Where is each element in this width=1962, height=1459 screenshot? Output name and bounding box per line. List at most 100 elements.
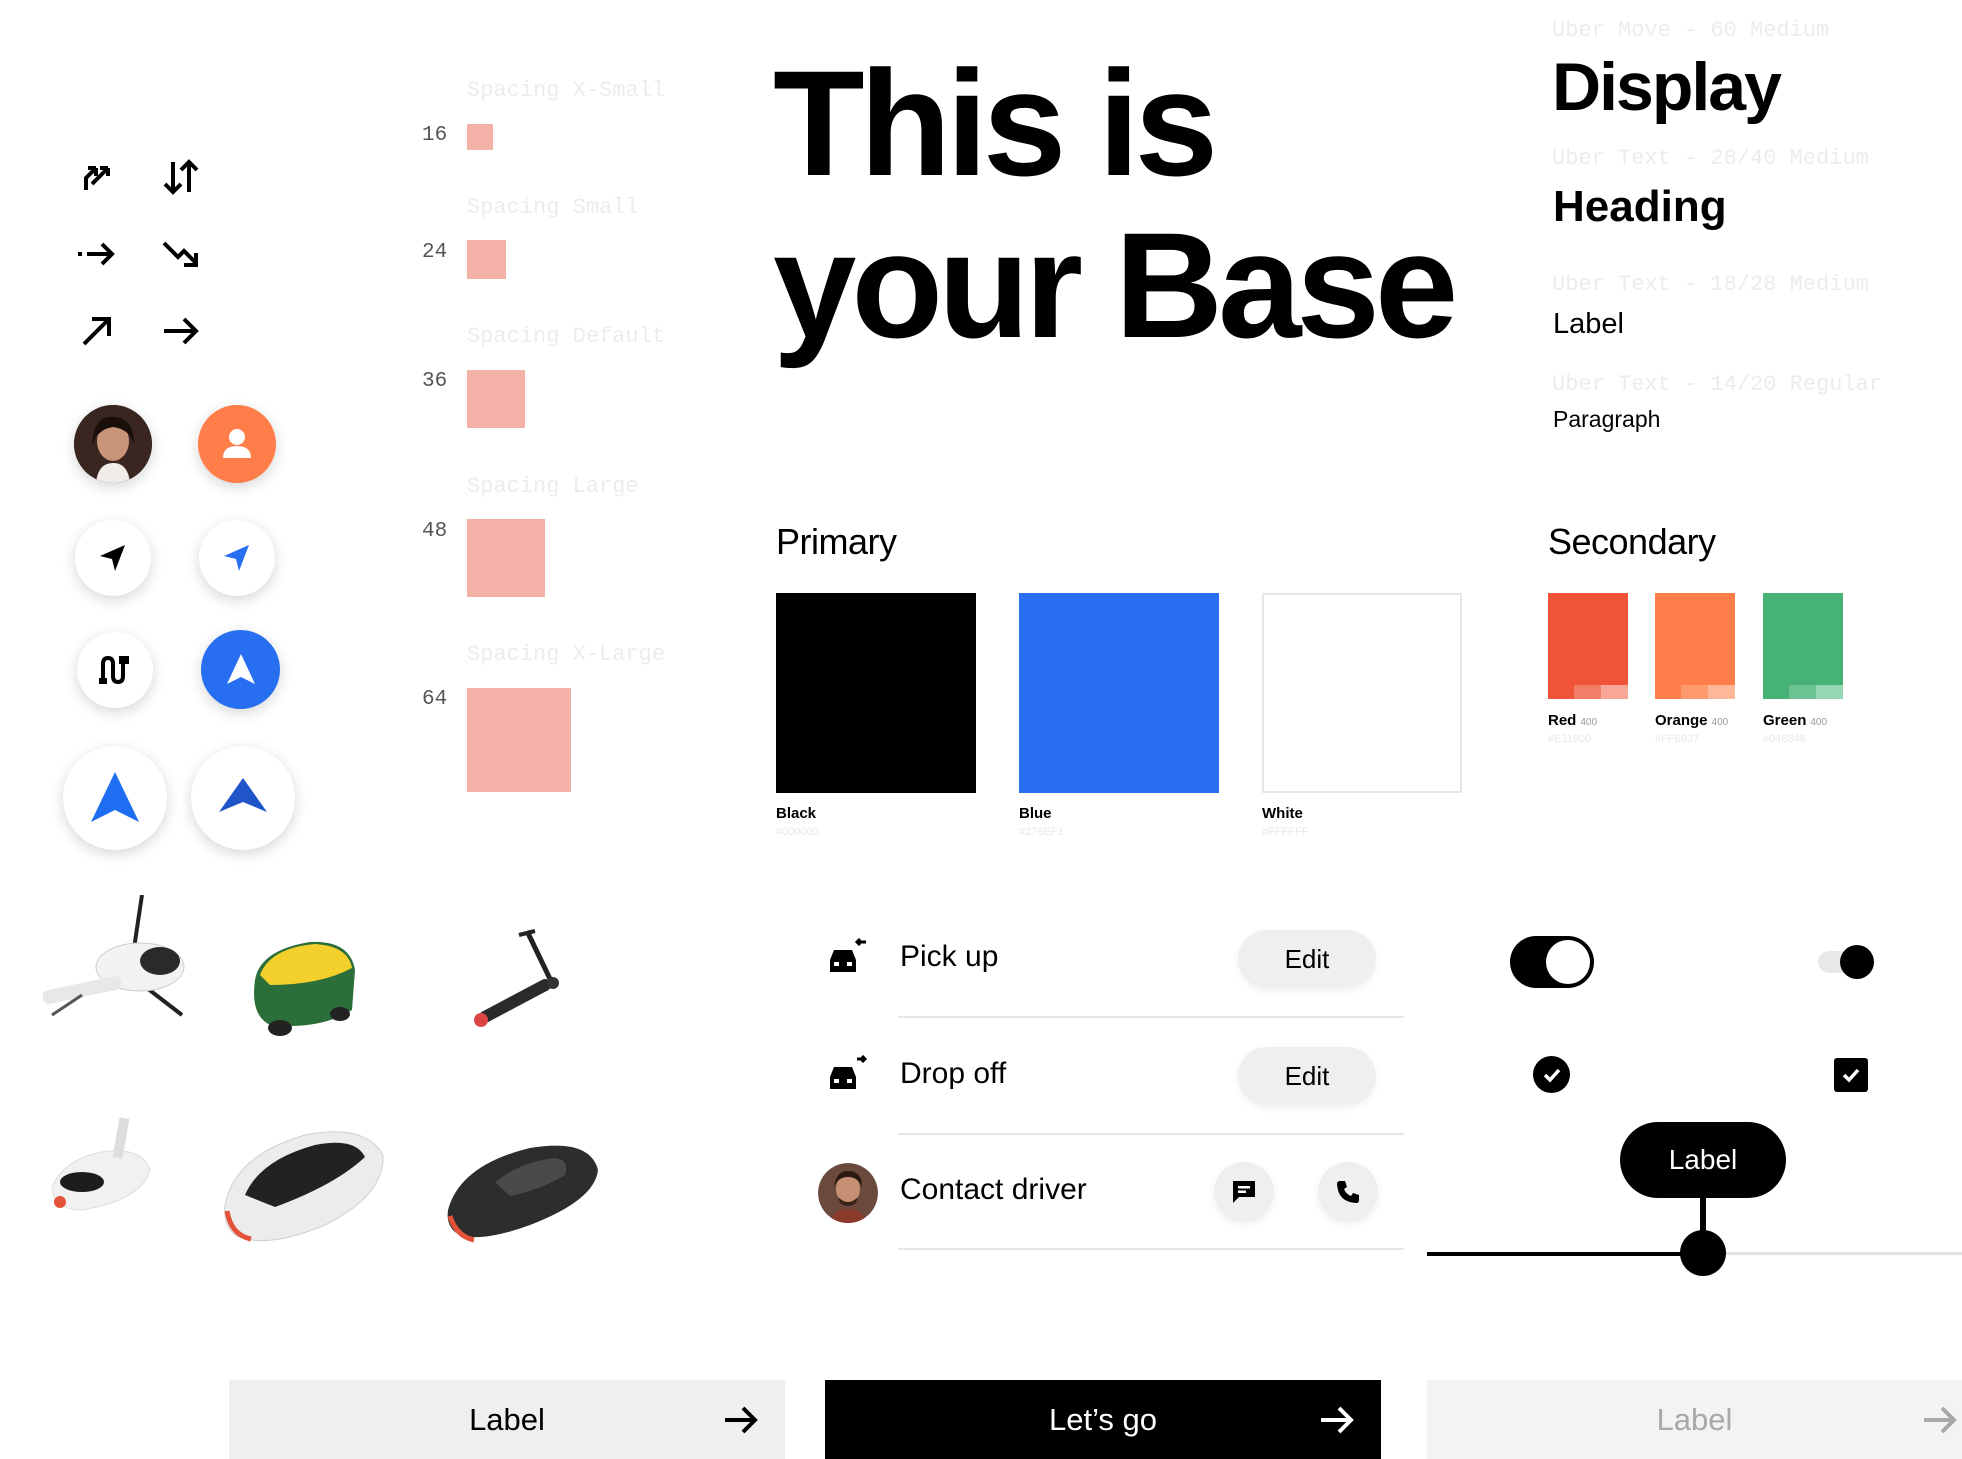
avatar-placeholder[interactable]	[198, 405, 276, 483]
primary-colors-title: Primary	[776, 521, 897, 562]
route-icon	[99, 655, 129, 685]
arrow-right-icon	[1924, 1406, 1957, 1434]
arrow-up-right-icon	[82, 317, 111, 346]
spacing-value: 64	[422, 688, 448, 711]
label-sample: Label	[1553, 308, 1624, 340]
swatch-blue	[1019, 593, 1219, 793]
pickup-car-icon	[830, 938, 866, 972]
spacing-swatch	[467, 240, 506, 279]
label-spec: Uber Text - 18/28 Medium	[1552, 272, 1869, 297]
contact-driver-label: Contact driver	[900, 1173, 1087, 1206]
hero-title: This is your Base	[773, 39, 1458, 366]
swatch-name: White	[1262, 805, 1303, 822]
spacing-swatch	[467, 688, 571, 792]
dropoff-label: Drop off	[900, 1057, 1007, 1090]
primary-button[interactable]: Let’s go	[825, 1380, 1381, 1459]
radio-checked[interactable]	[1533, 1056, 1570, 1093]
moped-icon	[51, 1117, 151, 1211]
spacing-label: Spacing X-Large	[467, 642, 666, 667]
swatch-name: Green 400	[1763, 712, 1828, 729]
chat-icon	[1233, 1181, 1255, 1203]
swap-arrow-icon	[84, 166, 110, 190]
slider-tooltip: Label	[1620, 1122, 1786, 1198]
checkbox-checked[interactable]	[1834, 1058, 1868, 1092]
trend-down-arrow-icon	[162, 241, 198, 267]
slider-track[interactable]	[1703, 1252, 1962, 1255]
dropoff-car-icon	[830, 1055, 868, 1089]
display-spec: Uber Move - 60 Medium	[1552, 18, 1830, 43]
message-driver-button[interactable]	[1214, 1162, 1274, 1222]
swatch-name: Red 400	[1548, 712, 1598, 729]
swatch-name: Blue	[1019, 805, 1052, 822]
recenter-button[interactable]	[201, 630, 280, 709]
avatar[interactable]	[74, 405, 152, 483]
sort-arrows-icon	[163, 159, 199, 195]
swatch-name: Black	[776, 805, 817, 822]
swatch-black	[776, 593, 976, 793]
swatch-orange	[1655, 593, 1735, 699]
display-sample: Display	[1552, 49, 1782, 125]
swatch-green	[1763, 593, 1843, 699]
spacing-value: 36	[422, 370, 448, 393]
sedan-icon	[447, 1145, 598, 1243]
navigate-button-active[interactable]	[199, 520, 275, 596]
spacing-value: 24	[422, 241, 448, 264]
spacing-swatch	[467, 370, 525, 428]
call-driver-button[interactable]	[1318, 1162, 1378, 1222]
driver-photo-icon	[818, 1163, 878, 1223]
spacing-swatch	[467, 124, 493, 150]
check-icon	[1543, 1068, 1560, 1083]
direction-marker	[191, 746, 295, 850]
scooter-icon	[474, 929, 559, 1027]
spacing-label: Spacing X-Small	[467, 78, 666, 103]
swatch-red	[1548, 593, 1628, 699]
pickup-edit-button[interactable]: Edit	[1238, 930, 1376, 988]
helicopter-icon	[42, 895, 185, 1017]
toggle-switch[interactable]	[1510, 936, 1594, 988]
swatch-name: Orange 400	[1655, 712, 1729, 729]
spacing-label: Spacing Default	[467, 324, 666, 349]
navigation-arrow-icon	[100, 545, 125, 571]
arrow-right-icon	[1321, 1406, 1354, 1434]
hero-line-1: This is	[773, 39, 1218, 207]
disabled-button-label: Label	[1656, 1401, 1733, 1437]
divider	[898, 1133, 1404, 1135]
spacing-label: Spacing Large	[467, 474, 639, 499]
phone-icon	[1337, 1181, 1359, 1203]
person-photo-icon	[74, 405, 152, 483]
dashed-arrow-icon	[78, 242, 115, 266]
paragraph-spec: Uber Text - 14/20 Regular	[1552, 372, 1883, 397]
navigation-up-icon	[226, 653, 255, 684]
spacing-value: 16	[422, 124, 448, 147]
dropoff-edit-button[interactable]: Edit	[1238, 1047, 1376, 1105]
spacing-swatch	[467, 519, 545, 597]
disabled-button[interactable]: Label	[1427, 1380, 1962, 1459]
direction-marker-large	[63, 746, 167, 850]
swatch-hex: #FFFFFF	[1262, 826, 1309, 838]
navigation-chevron-icon	[91, 772, 139, 822]
arrow-right-icon	[725, 1406, 758, 1434]
paragraph-sample: Paragraph	[1553, 406, 1661, 432]
heading-spec: Uber Text - 28/40 Medium	[1552, 146, 1869, 171]
toggle-knob	[1546, 940, 1590, 984]
divider	[898, 1248, 1404, 1250]
slider-thumb[interactable]	[1680, 1230, 1726, 1276]
toggle-switch-small[interactable]	[1818, 945, 1874, 979]
toggle-knob	[1840, 945, 1874, 979]
secondary-colors-title: Secondary	[1548, 521, 1716, 562]
slider-tooltip-stem	[1700, 1196, 1706, 1232]
navigate-button[interactable]	[75, 520, 151, 596]
secondary-button-label: Label	[469, 1401, 545, 1437]
swatch-hex: #FF6937	[1655, 733, 1700, 745]
navigation-chevron-flat-icon	[219, 778, 267, 812]
slider-track-filled	[1427, 1252, 1703, 1256]
arrow-right-icon	[164, 317, 199, 345]
check-icon	[1842, 1068, 1860, 1083]
minivan-icon	[224, 1131, 384, 1242]
primary-button-label: Let’s go	[1048, 1401, 1157, 1437]
pickup-label: Pick up	[900, 940, 999, 973]
spacing-label: Spacing Small	[467, 195, 639, 220]
secondary-button[interactable]: Label	[229, 1380, 785, 1459]
route-button[interactable]	[77, 632, 153, 708]
swatch-hex: #048848	[1763, 733, 1806, 745]
